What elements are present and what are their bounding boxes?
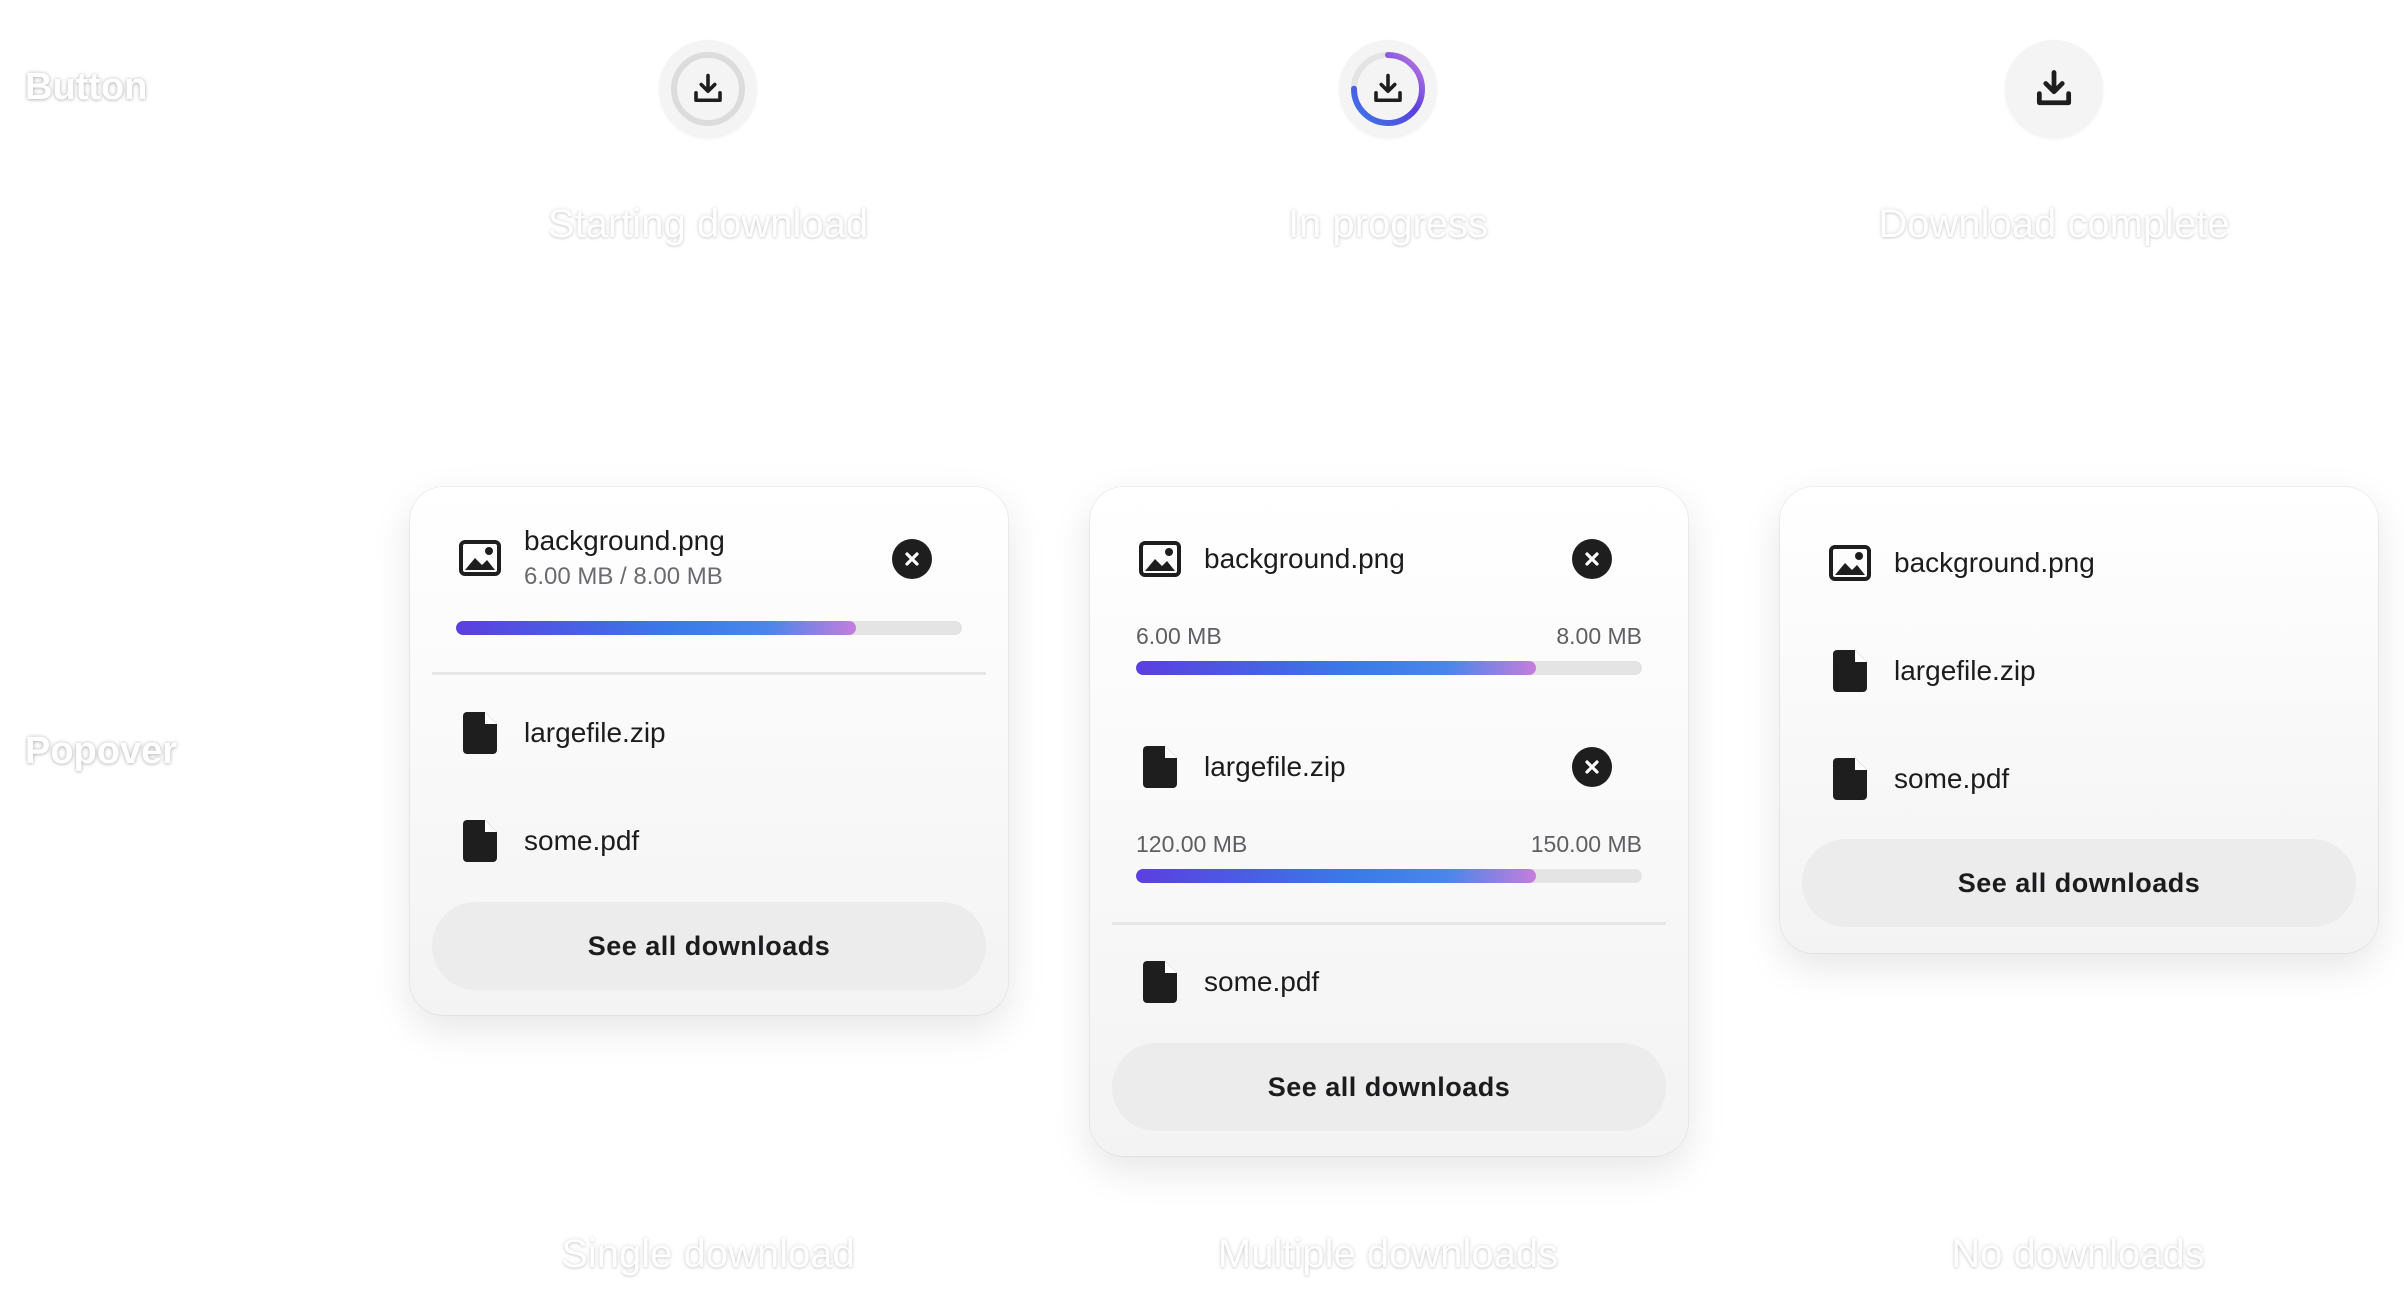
file-name: some.pdf	[1204, 966, 1320, 997]
file-name: background.png	[524, 525, 725, 556]
image-icon	[458, 536, 502, 580]
row-label-button: Button	[25, 66, 148, 108]
active-download-item: background.png 6.00 MB / 8.00 MB	[458, 525, 960, 591]
close-icon	[905, 552, 919, 566]
file-name: largefile.zip	[524, 717, 666, 748]
file-icon	[458, 711, 502, 755]
list-item[interactable]: background.png	[1828, 541, 2330, 585]
list-item[interactable]: largefile.zip	[458, 711, 960, 755]
file-icon	[458, 819, 502, 863]
file-name: background.png	[1204, 543, 1405, 574]
list-item[interactable]: some.pdf	[1138, 960, 1640, 1004]
cancel-download-button[interactable]	[892, 539, 932, 579]
download-icon	[2036, 70, 2072, 106]
download-icon	[694, 73, 722, 103]
file-size-progress: 6.00 MB / 8.00 MB	[524, 563, 723, 590]
popover-single-download: background.png 6.00 MB / 8.00 MB largefi…	[410, 487, 1008, 1015]
file-icon	[1138, 960, 1182, 1004]
list-item[interactable]: largefile.zip	[1828, 649, 2330, 693]
divider	[1112, 922, 1666, 925]
size-row: 120.00 MB 150.00 MB	[1136, 831, 1642, 858]
progress-fill	[1136, 869, 1536, 883]
divider	[432, 672, 986, 675]
progress-track	[456, 621, 962, 635]
caption-starting-download: Starting download	[547, 202, 869, 246]
see-all-downloads-button[interactable]: See all downloads	[432, 902, 986, 990]
size-row: 6.00 MB 8.00 MB	[1136, 623, 1642, 650]
file-name: some.pdf	[524, 825, 640, 856]
caption-in-progress: In progress	[1287, 202, 1489, 246]
total-size: 150.00 MB	[1530, 831, 1642, 857]
see-all-downloads-button[interactable]: See all downloads	[1112, 1043, 1666, 1131]
total-size: 8.00 MB	[1556, 623, 1642, 649]
caption-download-complete: Download complete	[1878, 202, 2230, 246]
active-download-item: background.png	[1138, 537, 1640, 581]
current-size: 6.00 MB	[1136, 623, 1222, 649]
cancel-download-button[interactable]	[1572, 747, 1612, 787]
row-label-popover: Popover	[25, 730, 178, 772]
download-button-starting[interactable]	[659, 40, 757, 138]
image-icon	[1828, 541, 1872, 585]
file-icon	[1828, 757, 1872, 801]
progress-track	[1136, 661, 1642, 675]
active-download-item: largefile.zip	[1138, 745, 1640, 789]
close-icon	[1585, 552, 1599, 566]
list-item[interactable]: some.pdf	[1828, 757, 2330, 801]
file-icon	[1828, 649, 1872, 693]
progress-track	[1136, 869, 1642, 883]
popover-multiple-downloads: background.png 6.00 MB 8.00 MB largefile…	[1090, 487, 1688, 1156]
download-button-in-progress[interactable]	[1339, 40, 1437, 138]
list-item[interactable]: some.pdf	[458, 819, 960, 863]
file-name: largefile.zip	[1204, 751, 1346, 782]
close-icon	[1585, 760, 1599, 774]
file-name: some.pdf	[1894, 763, 2010, 794]
current-size: 120.00 MB	[1136, 831, 1248, 857]
file-name: background.png	[1894, 547, 2095, 578]
file-icon	[1138, 745, 1182, 789]
see-all-downloads-button[interactable]: See all downloads	[1802, 839, 2356, 927]
progress-fill	[456, 621, 856, 635]
caption-multiple-downloads: Multiple downloads	[1217, 1232, 1559, 1276]
progress-fill	[1136, 661, 1536, 675]
image-icon	[1138, 537, 1182, 581]
file-name: largefile.zip	[1894, 655, 2036, 686]
caption-no-downloads: No downloads	[1951, 1232, 2205, 1276]
download-button-complete[interactable]	[2005, 40, 2103, 138]
caption-single-download: Single download	[561, 1232, 855, 1276]
download-icon	[1374, 73, 1402, 103]
popover-no-downloads: background.png largefile.zip some.pdf Se…	[1780, 487, 2378, 953]
cancel-download-button[interactable]	[1572, 539, 1612, 579]
